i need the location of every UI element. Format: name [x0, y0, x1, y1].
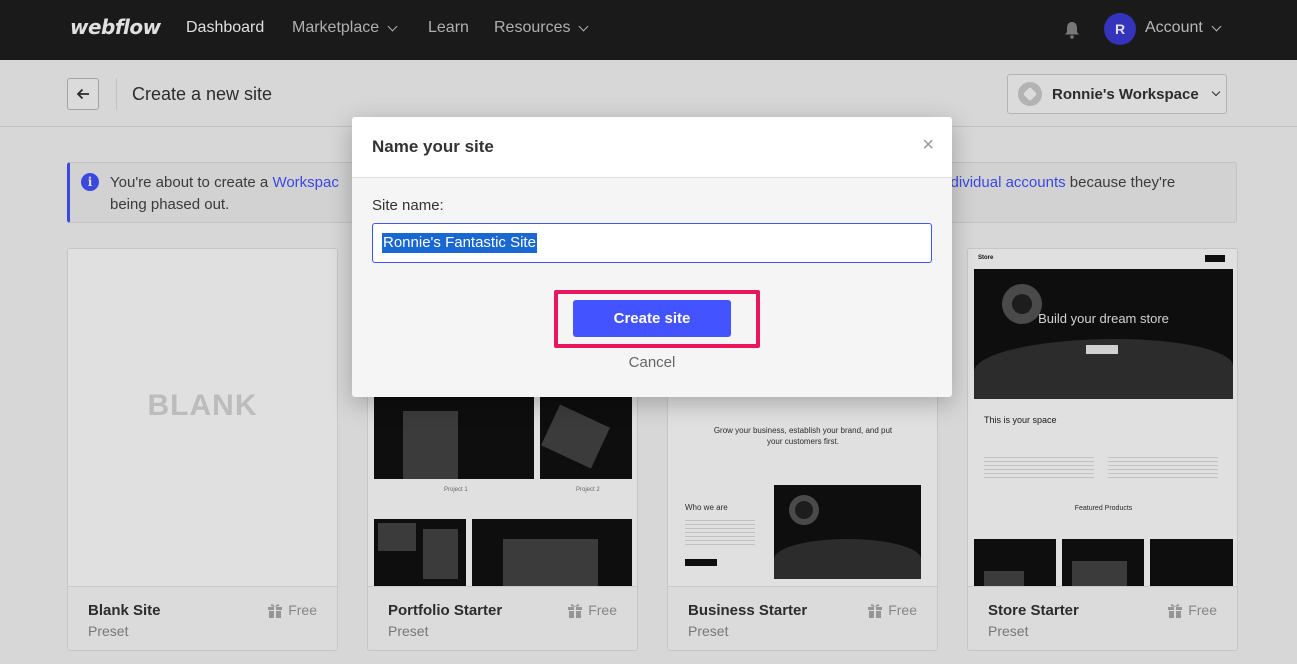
site-name-selected-text: Ronnie's Fantastic Site: [382, 233, 537, 253]
modal-header: Name your site ×: [352, 117, 952, 178]
close-icon[interactable]: ×: [922, 135, 934, 155]
modal-title: Name your site: [372, 137, 494, 156]
name-site-modal: Name your site × Site name: Ronnie's Fan…: [352, 117, 952, 397]
create-site-button[interactable]: Create site: [573, 300, 731, 337]
cancel-label[interactable]: Cancel: [629, 354, 676, 371]
site-name-label: Site name:: [372, 197, 444, 214]
cancel-link: Cancel: [352, 354, 952, 371]
